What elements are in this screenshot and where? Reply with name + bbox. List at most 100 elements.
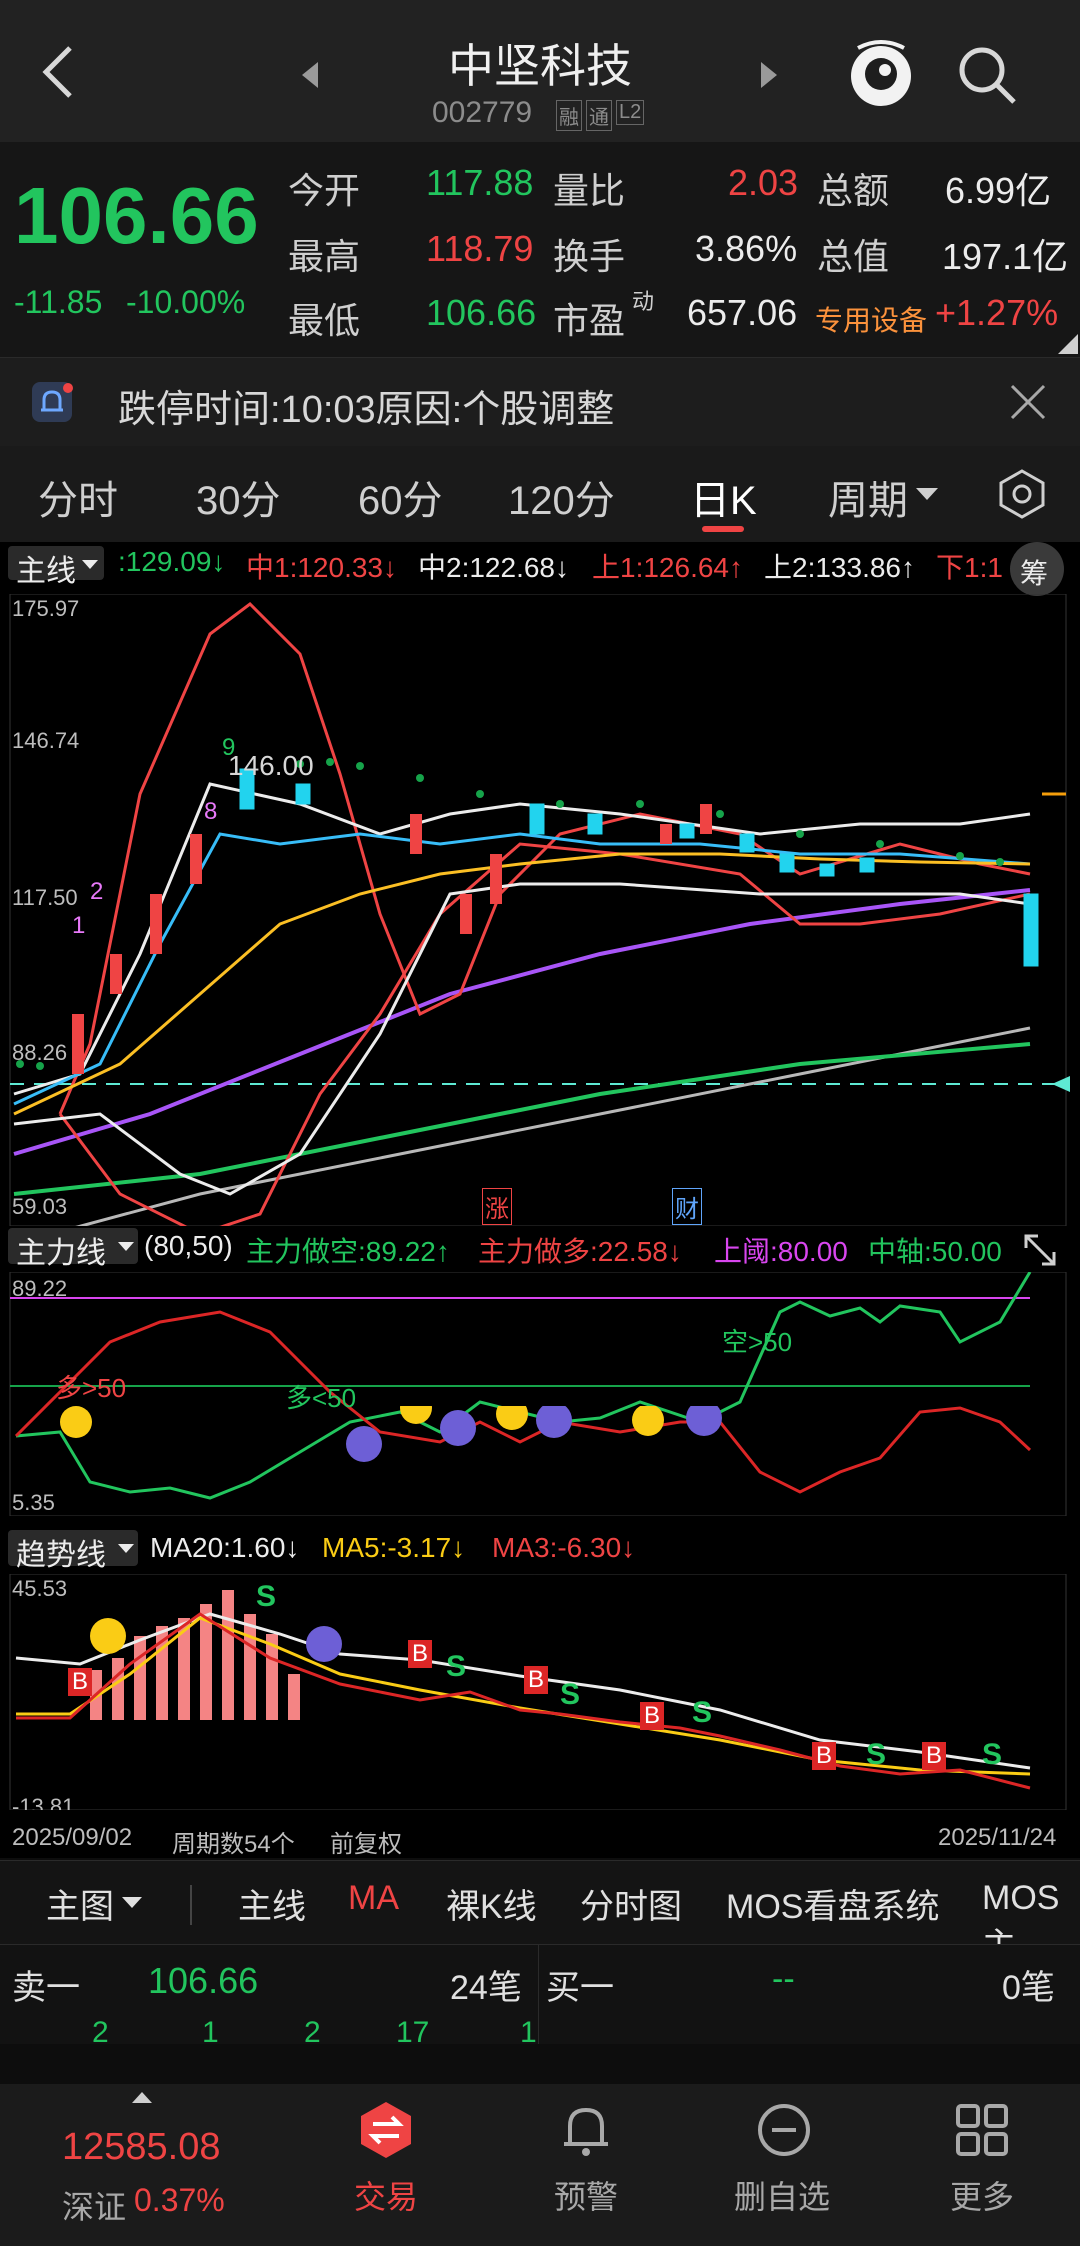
signal-icons	[60, 1406, 722, 1462]
money-bag-icon	[90, 1618, 126, 1654]
label-open: 今开	[288, 170, 361, 211]
buy-signal: B	[812, 1742, 837, 1770]
legend-up2: 上2:133.86↑	[764, 552, 915, 583]
close-icon[interactable]	[1008, 382, 1048, 422]
mascot-icon[interactable]	[846, 36, 916, 110]
value-low: 106.66	[426, 292, 537, 333]
notice-bar[interactable]: 跌停时间:10:03原因:个股调整	[0, 357, 1080, 446]
menu-timeshare[interactable]: 分时图	[580, 1879, 682, 1928]
subA-selector[interactable]: 主力线	[8, 1228, 138, 1270]
main-force-chart[interactable]: 主力线 (80,50) 主力做空:89.22↑ 主力做多:22.58↓ 上阈:8…	[0, 1226, 1080, 1516]
chevron-up-icon[interactable]	[132, 2092, 152, 2104]
trade-icon[interactable]	[356, 2100, 416, 2160]
bottom-nav: 12585.08 深证 0.37% 交易 预警 删自选 更多	[0, 2084, 1080, 2246]
main-selector[interactable]: 主线	[8, 546, 104, 588]
subB-selector-label: 趋势线	[16, 1539, 106, 1572]
buy-signal: B	[922, 1742, 947, 1770]
legend-upper: 上阈:80.00	[714, 1236, 848, 1267]
chip-button[interactable]: 筹	[1010, 542, 1064, 596]
grid-more-icon[interactable]	[952, 2100, 1012, 2160]
legend-ma3: MA3:-6.30↓	[492, 1532, 636, 1563]
sell-signal: S	[560, 1678, 581, 1711]
tab-60min[interactable]: 60分	[358, 468, 443, 526]
search-icon[interactable]	[956, 44, 1018, 106]
subB-selector[interactable]: 趋势线	[8, 1530, 138, 1572]
y-tick-4: 88.26	[12, 1040, 68, 1065]
tab-period[interactable]: 周期	[828, 468, 908, 526]
label-high: 最高	[288, 236, 361, 277]
date-end: 2025/11/24	[938, 1824, 1057, 1851]
settings-hex-icon[interactable]	[996, 468, 1048, 520]
sector-change[interactable]: +1.27%	[935, 292, 1058, 334]
sell-count: 24笔	[450, 1969, 522, 2007]
value-turnover: 3.86%	[695, 228, 798, 269]
main-selector-label: 主线	[16, 555, 76, 588]
corner-arrow-icon	[1058, 334, 1078, 354]
nav-alert[interactable]: 预警	[554, 2172, 618, 2218]
next-stock-icon[interactable]	[757, 60, 781, 90]
buy-price: --	[772, 1960, 795, 1998]
subB-y-top: 45.53	[12, 1576, 68, 1601]
menu-mainline[interactable]: 主线	[238, 1879, 306, 1928]
tab-120min[interactable]: 120分	[508, 468, 615, 526]
bell-icon[interactable]	[556, 2100, 616, 2160]
sad-face-icon	[440, 1410, 476, 1446]
menu-ma[interactable]: MA	[348, 1879, 399, 1918]
legend-down1: 下1:1	[936, 552, 1003, 583]
value-high: 118.79	[426, 228, 534, 269]
menu-main-chart[interactable]: 主图	[46, 1879, 114, 1928]
main-chart-canvas	[9, 594, 1070, 1226]
buy-signal: B	[524, 1666, 549, 1694]
queue-item: 17	[396, 2016, 430, 2049]
queue-item: 1	[202, 2016, 219, 2049]
subA-selector-label: 主力线	[16, 1237, 106, 1270]
pe-superscript: 动	[632, 289, 655, 314]
queue-item: 1	[520, 2016, 537, 2049]
sector-name[interactable]: 专用设备	[815, 299, 927, 339]
anno-long-gt50: 多>50	[56, 1373, 127, 1403]
candlesticks	[239, 768, 1039, 967]
value-volume-ratio: 2.03	[728, 162, 799, 203]
nav-trade[interactable]: 交易	[354, 2172, 418, 2218]
sad-face-icon	[346, 1426, 382, 1462]
tab-time-share[interactable]: 分时	[38, 468, 118, 526]
value-pe: 657.06	[687, 292, 798, 333]
value-market-cap: 197.1亿	[942, 236, 1069, 277]
limit-up-marker[interactable]: 涨	[482, 1188, 512, 1225]
nav-more[interactable]: 更多	[950, 2172, 1014, 2218]
buy-label: 买一	[546, 1969, 614, 2007]
label-volume-ratio: 量比	[553, 170, 626, 211]
nav-remove-watchlist[interactable]: 删自选	[734, 2172, 830, 2218]
label-low: 最低	[288, 300, 361, 341]
buy-signal: B	[68, 1668, 93, 1696]
finance-marker[interactable]: 财	[672, 1188, 702, 1225]
sad-face-icon	[686, 1406, 722, 1436]
index-value[interactable]: 12585.08	[62, 2126, 221, 2169]
chevron-down-icon	[118, 1544, 134, 1553]
legend-up1: 上1:126.64↑	[592, 552, 743, 583]
sell-price: 106.66	[148, 1960, 259, 2001]
menu-mos-system[interactable]: MOS看盘系统	[726, 1879, 939, 1928]
menu-naked-k[interactable]: 裸K线	[446, 1879, 537, 1928]
sad-face-icon	[536, 1406, 572, 1438]
trend-chart[interactable]: 趋势线 MA20:1.60↓ MA5:-3.17↓ MA3:-6.30↓ 45.…	[0, 1516, 1080, 1858]
sell-signal: S	[446, 1650, 467, 1683]
adjust-mode: 前复权	[330, 1831, 402, 1858]
label-turnover: 换手	[553, 236, 626, 277]
chip-button-label: 筹	[1020, 558, 1049, 589]
blue-ma	[13, 832, 1031, 1106]
sell-signal: S	[256, 1580, 277, 1613]
money-bag-icon	[60, 1406, 92, 1438]
chevron-down-icon	[118, 1242, 134, 1251]
tab-30min[interactable]: 30分	[196, 468, 281, 526]
main-kline-chart[interactable]: 主线 :129.09↓ 中1:120.33↓ 中2:122.68↓ 上1:126…	[0, 542, 1080, 1226]
remove-watchlist-icon[interactable]	[754, 2100, 814, 2160]
money-bag-icon	[496, 1406, 528, 1430]
red-band-lower	[58, 842, 1031, 1226]
legend-main: :129.09↓	[118, 546, 226, 577]
expand-icon[interactable]	[1020, 1230, 1060, 1270]
tab-daily-k[interactable]: 日K	[690, 468, 757, 526]
chevron-down-icon	[82, 560, 98, 569]
y-tick-1: 175.97	[12, 596, 80, 621]
order-book: 卖一 106.66 24笔 买一 -- 0笔 2 1 2 17 1	[0, 1944, 1080, 2049]
